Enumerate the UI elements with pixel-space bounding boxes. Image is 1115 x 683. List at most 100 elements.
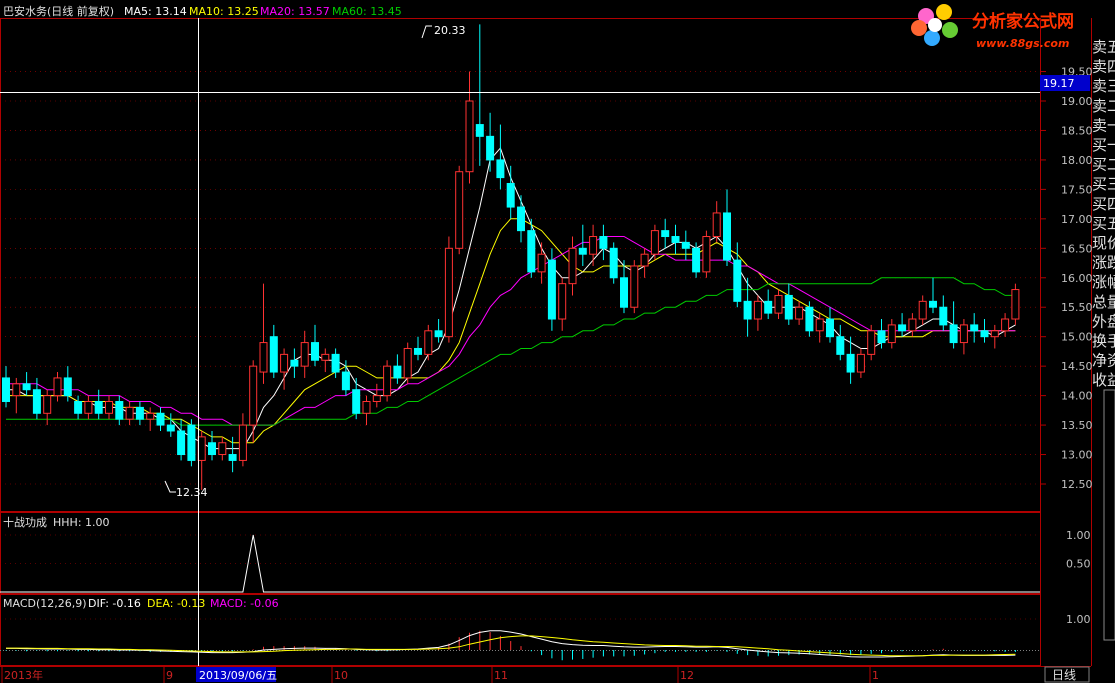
- candle-body: [362, 401, 371, 414]
- candle: [908, 313, 917, 337]
- period-button[interactable]: 日线: [1044, 666, 1090, 683]
- candle-body: [661, 230, 670, 238]
- candle: [238, 413, 247, 467]
- candle-body: [197, 436, 206, 461]
- candle: [146, 407, 155, 431]
- candle-body: [290, 359, 299, 367]
- candle: [970, 313, 979, 343]
- indicator-title: 十战功成: [3, 515, 47, 529]
- candle: [125, 401, 134, 426]
- quote-row-label: 买五: [1092, 214, 1115, 232]
- quote-row-label: 换手: [1092, 332, 1115, 350]
- candle: [805, 301, 814, 337]
- candle-body: [959, 324, 968, 344]
- site-logo: 分析家公式网 www.88gs.com: [911, 4, 1074, 50]
- candle: [22, 372, 31, 396]
- candle-body: [94, 401, 103, 414]
- candle-body: [784, 294, 793, 320]
- candle-body: [125, 406, 134, 420]
- candle: [403, 342, 412, 384]
- macd-dif: DIF: -0.16: [88, 597, 141, 610]
- candle-body: [836, 336, 845, 355]
- price-tick-label: 17.50: [1061, 183, 1093, 196]
- price-tick-label: 18.50: [1061, 124, 1093, 137]
- candle-body: [187, 424, 196, 461]
- candle-body: [444, 247, 453, 338]
- crosshair: 19.17: [0, 18, 1090, 666]
- candle: [650, 224, 659, 261]
- candle-body: [970, 324, 979, 332]
- candle-body: [53, 377, 62, 397]
- candle: [609, 242, 618, 284]
- candle: [568, 236, 577, 296]
- candle: [372, 383, 381, 408]
- macd-title: MACD(12,26,9): [3, 597, 87, 610]
- indicator-panel: 十战功成 HHH: 1.00 1.00 0.50: [0, 515, 1091, 593]
- date-tick-label: 9: [166, 669, 173, 682]
- candle-body: [403, 347, 412, 379]
- candle: [712, 201, 721, 243]
- candle-body: [599, 236, 608, 249]
- candle-body: [383, 365, 392, 397]
- date-tick-label: 2013年: [4, 668, 43, 682]
- candle-body: [372, 395, 381, 403]
- quote-row-label: 买二: [1092, 156, 1115, 174]
- indicator-panel-frame: [0, 512, 1041, 594]
- candle: [465, 71, 474, 184]
- candle: [341, 360, 350, 396]
- candle-body: [805, 306, 814, 332]
- candle: [939, 295, 948, 331]
- candle: [218, 436, 227, 461]
- candle: [496, 124, 505, 190]
- price-tick-label: 15.50: [1061, 301, 1093, 314]
- candle-body: [764, 300, 773, 314]
- candle-body: [156, 412, 165, 426]
- crosshair-date-label: 2013/09/06/五: [199, 669, 277, 682]
- candle-body: [331, 353, 340, 373]
- candle: [527, 218, 536, 278]
- price-tick-label: 13.50: [1061, 419, 1093, 432]
- candle: [589, 224, 598, 266]
- chart-title: 巴安水务(日线 前复权): [3, 4, 114, 18]
- quote-row-label: 卖三: [1092, 77, 1115, 95]
- candle-body: [898, 324, 907, 332]
- candle: [197, 430, 206, 490]
- candle: [1011, 283, 1020, 325]
- indicator-axis: 1.00 0.50: [0, 529, 1091, 571]
- chart-stage[interactable]: 19.5019.0018.5018.0017.5017.0016.5016.00…: [0, 0, 1115, 683]
- date-tick-label: 10: [334, 669, 348, 682]
- candle-body: [228, 454, 237, 461]
- candle: [424, 324, 433, 361]
- candle-body: [424, 330, 433, 355]
- candle: [259, 283, 268, 384]
- candle-body: [249, 365, 258, 426]
- candle: [455, 165, 464, 255]
- side-scrollbar[interactable]: [1103, 389, 1115, 641]
- panel-frames: [0, 18, 1092, 666]
- candle: [269, 324, 278, 378]
- ma5-label: MA5: 13.14: [124, 5, 187, 18]
- candle: [63, 366, 72, 402]
- candle-body: [568, 247, 577, 285]
- candle: [444, 236, 453, 343]
- quote-row-label: 卖五: [1092, 38, 1115, 56]
- candle-body: [537, 253, 546, 273]
- candle: [929, 277, 937, 314]
- candle-body: [1011, 289, 1020, 320]
- low-label: 12.34: [176, 486, 208, 499]
- candle-body: [238, 424, 247, 461]
- candle-body: [84, 401, 93, 414]
- main-header: 巴安水务(日线 前复权) MA5: 13.14 MA10: 13.25 MA20…: [3, 4, 402, 18]
- candle: [1001, 313, 1010, 337]
- candle: [671, 224, 680, 255]
- candle: [105, 395, 113, 420]
- candle: [166, 413, 175, 437]
- macd-panel: MACD(12,26,9) DIF: -0.16 DEA: -0.13 MACD…: [0, 597, 1091, 661]
- price-tick-label: 12.50: [1061, 478, 1093, 491]
- candle-body: [558, 283, 567, 320]
- candle: [681, 230, 690, 261]
- candle-body: [105, 401, 113, 414]
- candle-body: [692, 247, 701, 273]
- candle: [836, 324, 845, 361]
- candle: [187, 419, 196, 467]
